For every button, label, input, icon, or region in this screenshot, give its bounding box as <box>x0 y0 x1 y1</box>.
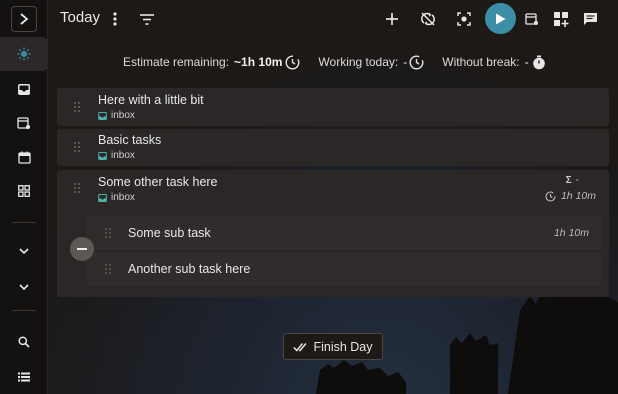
stopwatch-icon <box>532 55 545 69</box>
drag-handle-icon[interactable] <box>104 263 112 275</box>
chevron-down-icon <box>19 283 29 290</box>
search-icon <box>18 336 30 348</box>
without-break: Without break: - <box>442 55 545 70</box>
working-label: Working today: <box>318 55 399 69</box>
notes-icon <box>583 13 597 25</box>
project-tag[interactable]: inbox <box>98 192 135 203</box>
chevron-right-icon <box>20 13 29 25</box>
sidebar-item-projects[interactable] <box>0 234 48 268</box>
history-icon <box>409 54 424 70</box>
double-check-icon <box>293 342 308 352</box>
tag-label: inbox <box>111 110 135 121</box>
inbox-icon <box>98 193 107 202</box>
working-today: Working today: - <box>318 54 424 70</box>
notes-button[interactable] <box>579 8 601 30</box>
sidebar-item-planner[interactable] <box>0 140 48 174</box>
drag-handle-icon[interactable] <box>73 141 81 153</box>
drag-handle-icon[interactable] <box>73 182 81 194</box>
subtask-title[interactable]: Another sub task here <box>128 262 250 276</box>
inbox-icon <box>98 151 107 160</box>
sidebar-item-today[interactable] <box>0 37 48 71</box>
sidebar-divider <box>12 222 36 223</box>
time-spent-value: - <box>575 175 579 186</box>
estimate-remaining: Estimate remaining: ~1h 10m <box>123 54 300 70</box>
task-title[interactable]: Here with a little bit <box>98 93 204 107</box>
filter-icon <box>140 13 154 25</box>
time-estimate-value: 1h 10m <box>560 190 596 202</box>
task-item[interactable]: Basic tasks inbox <box>57 129 609 166</box>
sidebar <box>0 0 48 394</box>
focus-mode-button[interactable] <box>453 8 475 30</box>
sidebar-item-search[interactable] <box>0 325 48 359</box>
sync-button[interactable] <box>417 8 439 30</box>
estimate-value: ~1h 10m <box>234 55 283 69</box>
list-icon <box>18 372 30 382</box>
clock-icon <box>285 54 300 70</box>
more-options-button[interactable] <box>104 8 126 30</box>
grid-icon <box>18 185 30 197</box>
subtask-item[interactable]: Another sub task here <box>87 252 601 286</box>
sync-disabled-icon <box>421 12 435 26</box>
play-button[interactable] <box>485 3 516 34</box>
page-title: Today <box>60 9 101 26</box>
more-vertical-icon <box>113 12 117 26</box>
collapse-subtasks-button[interactable] <box>70 237 94 261</box>
add-task-button[interactable] <box>381 8 403 30</box>
sidebar-toggle-button[interactable] <box>11 6 37 32</box>
tag-label: inbox <box>111 150 135 161</box>
schedule-icon <box>525 13 538 25</box>
sigma-icon: Σ <box>565 175 572 186</box>
add-widget-icon <box>553 11 568 27</box>
task-title[interactable]: Basic tasks <box>98 133 161 147</box>
add-icon <box>386 13 398 25</box>
estimate-label: Estimate remaining: <box>123 55 230 69</box>
inbox-icon <box>18 83 30 95</box>
schedule-button[interactable] <box>521 8 543 30</box>
header: Today <box>48 0 618 38</box>
finish-day-label: Finish Day <box>313 339 373 354</box>
add-widget-button[interactable] <box>550 8 572 30</box>
subtask-title[interactable]: Some sub task <box>128 226 211 240</box>
task-item[interactable]: Here with a little bit inbox <box>57 88 609 126</box>
sidebar-item-schedule[interactable] <box>0 106 48 140</box>
subtask-item[interactable]: Some sub task 1h 10m <box>87 216 601 250</box>
time-estimate[interactable]: 1h 10m <box>545 190 596 202</box>
inbox-icon <box>98 111 107 120</box>
working-value: - <box>403 55 408 69</box>
finish-day-button[interactable]: Finish Day <box>283 333 383 360</box>
time-spent-sum: Σ - <box>566 175 579 186</box>
calendar-sun-icon <box>17 117 30 129</box>
drag-handle-icon[interactable] <box>104 227 112 239</box>
sun-icon <box>17 47 31 61</box>
metrics-bar: Estimate remaining: ~1h 10m Working toda… <box>123 53 564 71</box>
drag-handle-icon[interactable] <box>73 101 81 113</box>
sidebar-item-tags[interactable] <box>0 270 48 304</box>
task-title[interactable]: Some other task here <box>98 175 218 189</box>
minus-icon <box>77 248 87 250</box>
sidebar-item-inbox[interactable] <box>0 72 48 106</box>
sidebar-divider <box>12 310 36 311</box>
sidebar-item-all-tasks[interactable] <box>0 360 48 394</box>
tag-label: inbox <box>111 192 135 203</box>
focus-mode-icon <box>457 12 471 26</box>
sidebar-item-boards[interactable] <box>0 174 48 208</box>
subtask-time-estimate[interactable]: 1h 10m <box>554 227 589 239</box>
filter-button[interactable] <box>136 8 158 30</box>
project-tag[interactable]: inbox <box>98 150 135 161</box>
history-icon <box>545 190 556 202</box>
project-tag[interactable]: inbox <box>98 110 135 121</box>
chevron-down-icon <box>19 247 29 254</box>
task-item[interactable]: Some other task here inbox Σ - 1h 10m So… <box>57 170 609 297</box>
play-icon <box>496 13 506 24</box>
break-label: Without break: <box>442 55 520 69</box>
calendar-icon <box>17 151 31 164</box>
break-value: - <box>524 55 529 69</box>
